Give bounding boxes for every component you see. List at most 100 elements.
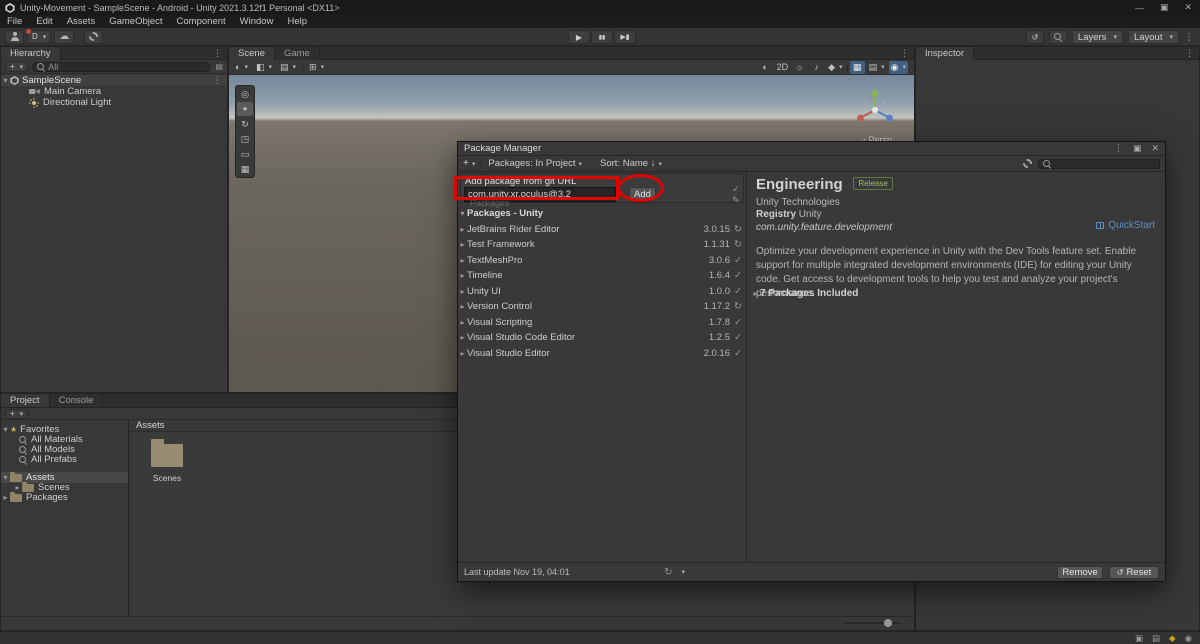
undo-history-button[interactable]: ↺ [1025,30,1044,44]
grid-visibility-dropdown[interactable]: ⊞ ▾ [307,61,326,74]
hierarchy-search-input[interactable]: All [32,61,212,72]
menu-gameobject[interactable]: GameObject [102,15,169,28]
status-bar-icon[interactable]: ▣ [1135,633,1143,644]
tab-inspector[interactable]: Inspector [916,46,975,60]
package-row[interactable]: ▸ Visual Studio Editor 2.0.16 ✓ [458,346,746,361]
account-dropdown[interactable]: D ▾ [26,28,52,44]
package-row[interactable]: ▸ Unity UI 1.0.0 ✓ [458,284,746,299]
hierarchy-menu-icon[interactable]: ⋮ [213,48,222,59]
menu-file[interactable]: File [0,15,29,28]
play-button[interactable]: ▶ [568,30,590,44]
package-row[interactable]: ▸ Test Framework 1.1.31 ↻ [458,237,746,252]
status-bar-icon[interactable]: ◉ [1185,633,1192,644]
pause-button[interactable]: ▮▮ [591,30,613,44]
layout-dropdown[interactable]: Layout ▾ [1127,30,1179,44]
status-bar-icon[interactable]: ◆ [1169,633,1176,644]
shading-dropdown[interactable]: ◧ ▾ [254,61,274,74]
foldout-icon[interactable]: ▸ [13,483,22,492]
chevron-down-icon[interactable]: ▾ [681,568,685,576]
scene-audio-toggle[interactable]: ♪ [809,61,824,74]
scene-row[interactable]: ▾ SampleScene ⋮ [1,75,227,86]
add-git-button[interactable]: Add [629,187,656,201]
scene-orientation-gizmo[interactable] [852,87,898,133]
status-bar-icon[interactable]: ▤ [1152,633,1160,644]
package-row[interactable]: ▸ TextMeshPro 3.0.6 ✓ [458,253,746,268]
slider-knob[interactable] [884,619,892,627]
package-version: 1.17.2 [703,301,730,312]
pm-search-input[interactable] [1038,158,1160,169]
tab-project[interactable]: Project [1,394,50,407]
package-row[interactable]: ▸ JetBrains Rider Editor 3.0.15 ↻ [458,222,746,237]
account-button[interactable] [5,29,24,44]
foldout-icon[interactable]: ▾ [1,425,10,434]
draw-mode-dropdown[interactable]: ◐ ▾ [233,61,250,74]
packages-root-row[interactable]: ▸ Packages [1,491,128,503]
menu-help[interactable]: Help [280,15,314,28]
search-icon [1053,33,1062,41]
pm-section-header[interactable]: ▾ Packages - Unity [458,206,746,221]
search-everything-button[interactable] [1048,30,1067,44]
packages-included-foldout[interactable]: ▸ 7 Packages Included [751,288,858,299]
step-button[interactable]: ▶▮ [614,30,636,44]
pm-close-icon[interactable]: ✕ [1151,143,1159,154]
pm-sort-dropdown[interactable]: Sort: Name ↓ ▾ [600,158,662,169]
debug-dropdown[interactable]: ▤ ▾ [278,61,298,74]
toolbar-more-icon[interactable]: ⋮ [1184,32,1194,43]
hierarchy-create-button[interactable]: + ▾ [5,61,29,72]
effects-dropdown[interactable]: ◆ ▾ [826,61,844,74]
rotate-tool[interactable]: ↻ [237,117,253,131]
hierarchy-item-main-camera[interactable]: Main Camera [1,86,227,97]
foldout-icon[interactable]: ▸ [1,493,10,502]
minimize-button[interactable]: — [1135,3,1144,13]
pm-filter-dropdown[interactable]: Packages: In Project ▾ [488,158,582,169]
tab-hierarchy[interactable]: Hierarchy [1,46,61,60]
maximize-button[interactable]: ▣ [1160,2,1169,13]
package-row[interactable]: ▸ Visual Studio Code Editor 1.2.5 ✓ [458,330,746,345]
remove-button[interactable]: Remove [1057,565,1103,579]
hierarchy-filter-icon[interactable]: ▤ [215,62,223,71]
transform-tool[interactable]: ▦ [237,162,253,176]
tab-console[interactable]: Console [49,394,104,407]
pm-menu-icon[interactable]: ⋮ [1114,143,1123,154]
reset-button[interactable]: ↺ Reset [1109,565,1159,579]
cloud-button[interactable]: ☁ [54,29,75,44]
pan-tool[interactable]: ◎ [237,87,253,101]
close-button[interactable]: ✕ [1184,2,1192,13]
scene-menu-icon[interactable]: ⋮ [900,48,909,59]
thumbnail-zoom-slider[interactable] [844,619,902,627]
quickstart-button[interactable]: QuickStart [1096,220,1155,231]
rect-tool[interactable]: ▭ [237,147,253,161]
package-row[interactable]: ▸ Version Control 1.17.2 ↻ [458,299,746,314]
feature-author[interactable]: Unity Technologies [756,197,840,208]
menu-window[interactable]: Window [233,15,281,28]
hidden-objects-toggle[interactable]: ▦ [849,60,865,74]
menu-edit[interactable]: Edit [29,15,59,28]
asset-tile-scenes[interactable]: Scenes [144,439,190,483]
foldout-icon[interactable]: ▾ [1,76,10,85]
scale-tool[interactable]: ◳ [237,132,253,146]
tab-scene[interactable]: Scene [229,46,275,60]
package-row[interactable]: ▸ Timeline 1.6.4 ✓ [458,268,746,283]
scene-lighting-toggle[interactable]: ☼ [792,61,807,74]
scene-options-icon[interactable]: ⋮ [213,75,228,86]
move-tool[interactable]: + [237,102,253,116]
menu-component[interactable]: Component [170,15,233,28]
camera-settings-dropdown[interactable]: ▤ ▾ [867,61,887,74]
project-create-button[interactable]: + ▾ [5,408,29,419]
pm-maximize-icon[interactable]: ▣ [1133,143,1142,154]
tab-game[interactable]: Game [274,46,320,60]
gizmos-toggle[interactable]: ◉ ▾ [888,60,908,74]
favorite-all-prefabs[interactable]: All Prefabs [1,454,128,465]
2d-toggle[interactable]: 2D [775,61,791,74]
layers-dropdown[interactable]: Layers ▾ [1071,30,1123,44]
foldout-icon[interactable]: ▾ [1,473,10,482]
inspector-menu-icon[interactable]: ⋮ [1185,48,1194,59]
menu-assets[interactable]: Assets [60,15,103,28]
render-doc-icon[interactable]: ◐ [758,61,773,74]
refresh-icon[interactable]: ↻ [664,567,672,578]
pm-settings-gear-icon[interactable] [1023,159,1032,168]
hierarchy-item-directional-light[interactable]: Directional Light [1,97,227,108]
services-button[interactable] [84,29,104,44]
package-row[interactable]: ▸ Visual Scripting 1.7.8 ✓ [458,315,746,330]
pm-add-button[interactable]: + ▾ [463,158,475,169]
